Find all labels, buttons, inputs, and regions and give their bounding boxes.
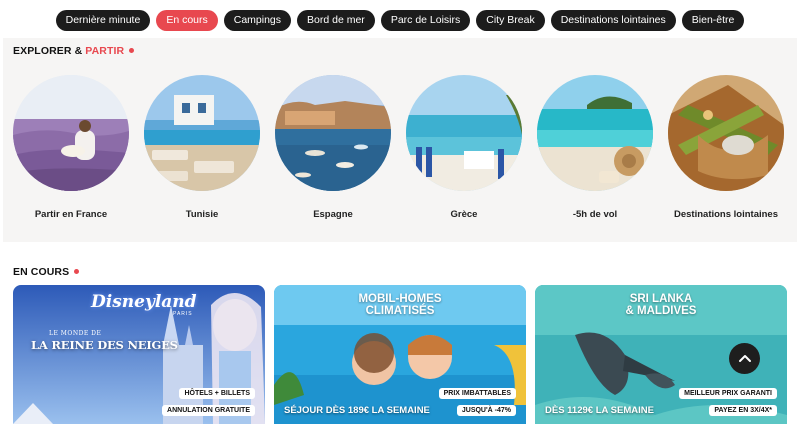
card-subtitle-small: LE MONDE DE [49, 330, 102, 337]
pill-parc-de-loisirs[interactable]: Parc de Loisirs [380, 10, 471, 31]
card-title-line2: CLIMATISÉS [365, 305, 435, 317]
destination-label: Partir en France [34, 209, 108, 220]
card-promo-text: SÉJOUR DÈS 189€ LA SEMAINE [284, 405, 430, 416]
pill-en-cours[interactable]: En cours [156, 10, 218, 31]
card-title-line1: SRI LANKA [629, 293, 693, 305]
title-dot-icon [129, 48, 135, 53]
chevron-up-icon [738, 354, 751, 362]
card-title-line1: MOBIL-HOMES [358, 293, 442, 305]
destination-grece[interactable]: Grèce [398, 75, 530, 220]
pill-bien-etre[interactable]: Bien-être [681, 10, 745, 31]
disneyland-logo: Disneyland [91, 292, 197, 312]
destination-label: Destinations lointaines [674, 209, 778, 220]
card-tag: JUSQU'À -47% [456, 405, 516, 416]
scroll-to-top-button[interactable] [729, 343, 760, 374]
en-cours-title-text: EN COURS [13, 266, 70, 278]
pill-destinations-lointaines[interactable]: Destinations lointaines [550, 10, 676, 31]
destination-partir-en-france[interactable]: Partir en France [5, 75, 137, 220]
destination-image-grece [406, 75, 522, 191]
en-cours-section-title: EN COURS [13, 266, 80, 278]
card-tag: MEILLEUR PRIX GARANTI [679, 388, 777, 399]
destination-image-tunisie [144, 75, 260, 191]
explore-section-title: EXPLORER & PARTIR [13, 45, 135, 57]
destination-label: Espagne [313, 209, 353, 220]
pill-city-break[interactable]: City Break [476, 10, 545, 31]
promo-card-mobil-homes[interactable]: MOBIL-HOMES CLIMATISÉS SÉJOUR DÈS 189€ L… [274, 285, 526, 424]
explore-section: EXPLORER & PARTIR Partir en France Tunis… [3, 38, 797, 242]
destination-image-france [13, 75, 129, 191]
promo-card-disneyland[interactable]: Disneyland PARIS LE MONDE DE LA REINE DE… [13, 285, 265, 424]
pill-campings[interactable]: Campings [223, 10, 292, 31]
explore-title-main: EXPLORER & [13, 45, 86, 57]
destination-tunisie[interactable]: Tunisie [136, 75, 268, 220]
category-pill-bar: Dernière minute En cours Campings Bord d… [0, 10, 800, 31]
card-tag: PRIX IMBATTABLES [438, 388, 516, 399]
destination-label: -5h de vol [572, 209, 618, 220]
disneyland-logo-sub: PARIS [173, 311, 193, 317]
explore-title-accent: PARTIR [85, 45, 125, 57]
destination-espagne[interactable]: Espagne [267, 75, 399, 220]
destination-5h-de-vol[interactable]: -5h de vol [529, 75, 661, 220]
pill-derniere-minute[interactable]: Dernière minute [55, 10, 151, 31]
card-promo-text: DÈS 1129€ LA SEMAINE [545, 405, 654, 416]
card-tag: ANNULATION GRATUITE [162, 405, 255, 416]
destination-label: Tunisie [185, 209, 219, 220]
card-title-line2: & MALDIVES [625, 305, 697, 317]
destination-image-lointaines [668, 75, 784, 191]
destination-image-5h-de-vol [537, 75, 653, 191]
pill-bord-de-mer[interactable]: Bord de mer [297, 10, 375, 31]
destination-destinations-lointaines[interactable]: Destinations lointaines [660, 75, 792, 220]
card-tag: PAYEZ EN 3X/4X* [709, 405, 777, 416]
destination-image-espagne [275, 75, 391, 191]
card-subtitle-big: LA REINE DES NEIGES [31, 338, 178, 352]
card-tag: HÔTELS + BILLETS [179, 388, 255, 399]
destination-label: Grèce [450, 209, 478, 220]
title-dot-icon [74, 269, 80, 274]
